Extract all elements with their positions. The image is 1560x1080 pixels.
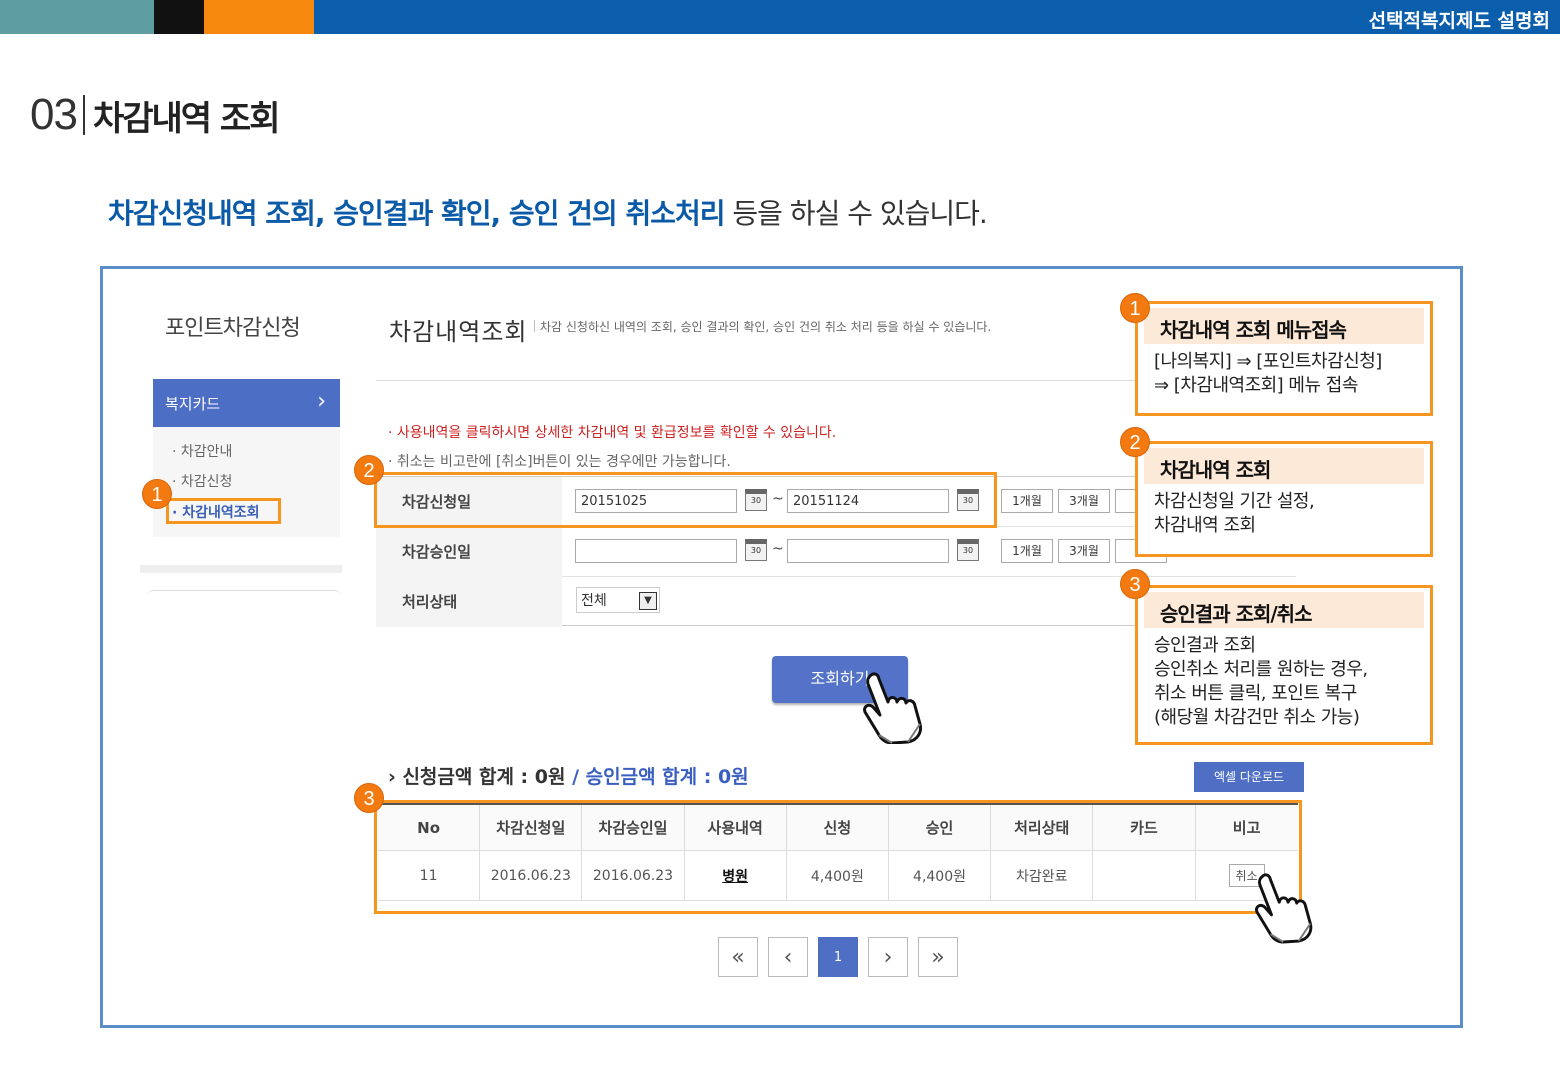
subtitle-highlight: 차감신청내역 조회, 승인결과 확인, 승인 건의 취소처리 <box>108 197 725 230</box>
pointer-hand-icon <box>863 672 922 744</box>
callout-menu-access: 차감내역 조회 메뉴접속 [나의복지] ⇒ [포인트차감신청] ⇒ [차감내역조… <box>1135 301 1433 416</box>
sidebar-head-welfare-card[interactable]: 복지카드 › <box>153 379 340 427</box>
callout-history-search: 차감내역 조회 차감신청일 기간 설정, 차감내역 조회 <box>1135 441 1433 557</box>
period-1month-button[interactable]: 1개월 <box>1001 539 1053 563</box>
callout-body: [나의복지] ⇒ [포인트차감신청] ⇒ [차감내역조회] 메뉴 접속 <box>1138 344 1430 404</box>
dropdown-arrow-icon: ▼ <box>639 592 657 610</box>
period-3month-button[interactable]: 3개월 <box>1058 539 1110 563</box>
period-3month-button[interactable]: 3개월 <box>1058 489 1110 513</box>
top-bar: 선택적복지제도 설명회 <box>0 0 1560 34</box>
doc-title: 선택적복지제도 설명회 <box>1368 10 1550 32</box>
bar-segment-black <box>154 0 204 34</box>
sidebar-title: 포인트차감신청 <box>165 316 301 341</box>
page-description: 차감 신청하신 내역의 조회, 승인 결과의 확인, 승인 건의 취소 처리 등… <box>533 320 992 334</box>
section-number: 03 <box>30 90 78 139</box>
callout-line: 취소 버튼 클릭, 포인트 복구 <box>1154 683 1357 704</box>
sidebar-separator <box>140 565 342 573</box>
sidebar-item-deduction-apply[interactable]: · 차감신청 <box>172 471 232 491</box>
current-page-button[interactable]: 1 <box>818 937 858 977</box>
step-badge-2: 2 <box>354 455 384 485</box>
calendar-icon[interactable]: 30 <box>957 539 979 561</box>
form-label: 처리상태 <box>376 577 562 627</box>
subtitle: 차감신청내역 조회, 승인결과 확인, 승인 건의 취소처리 등을 하실 수 있… <box>108 192 988 232</box>
next-page-button[interactable]: › <box>868 937 908 977</box>
callout-line: 승인결과 조회 <box>1154 635 1256 656</box>
section-heading: 03 차감내역 조회 <box>30 90 281 140</box>
callout-badge-2: 2 <box>1120 427 1150 457</box>
callout-approve-cancel: 승인결과 조회/취소 승인결과 조회 승인취소 처리를 원하는 경우, 취소 버… <box>1135 585 1433 745</box>
bar-segment-teal <box>0 0 154 34</box>
callout-title: 승인결과 조회/취소 <box>1144 592 1424 628</box>
callout-line: 승인취소 처리를 원하는 경우, <box>1154 659 1368 680</box>
callout-line: ⇒ [차감내역조회] 메뉴 접속 <box>1154 375 1358 396</box>
approve-amount-total: / 승인금액 합계 : 0원 <box>565 766 749 788</box>
callout-line: [나의복지] ⇒ [포인트차감신청] <box>1154 351 1382 372</box>
page-title: 차감내역조회 <box>389 318 528 346</box>
apply-amount-total: › 신청금액 합계 : 0원 <box>388 766 566 788</box>
callout-line: (해당월 차감건만 취소 가능) <box>1154 707 1360 728</box>
sidebar-item-deduction-guide[interactable]: · 차감안내 <box>172 441 232 461</box>
status-select[interactable]: 전체 ▼ <box>576 587 660 613</box>
section-divider <box>82 95 85 135</box>
notice-cancel-rule: · 취소는 비고란에 [취소]버튼이 있는 경우에만 가능합니다. <box>388 454 731 470</box>
approve-date-from-input[interactable] <box>575 539 737 563</box>
callout-line: 차감신청일 기간 설정, <box>1154 491 1315 512</box>
sidebar-separator <box>146 590 342 598</box>
callout-line: 차감내역 조회 <box>1154 515 1256 536</box>
approve-date-to-input[interactable] <box>787 539 949 563</box>
amount-summary: › 신청금액 합계 : 0원 / 승인금액 합계 : 0원 <box>388 762 749 789</box>
section-title: 차감내역 조회 <box>92 98 281 139</box>
status-select-value: 전체 <box>581 593 607 609</box>
chevron-right-icon: › <box>317 389 326 414</box>
first-page-button[interactable]: « <box>718 937 758 977</box>
excel-download-button[interactable]: 엑셀 다운로드 <box>1194 762 1304 792</box>
subtitle-rest: 등을 하실 수 있습니다. <box>724 197 987 230</box>
callout-title: 차감내역 조회 메뉴접속 <box>1144 308 1424 344</box>
period-1month-button[interactable]: 1개월 <box>1001 489 1053 513</box>
callout-body: 승인결과 조회 승인취소 처리를 원하는 경우, 취소 버튼 클릭, 포인트 복… <box>1138 628 1430 736</box>
callout-badge-3: 3 <box>1120 569 1150 599</box>
callout-title: 차감내역 조회 <box>1144 448 1424 484</box>
range-separator: ~ <box>772 541 784 557</box>
form-label: 차감승인일 <box>376 527 562 577</box>
notice-usage-click: · 사용내역을 클릭하시면 상세한 차감내역 및 환급정보를 확인할 수 있습니… <box>388 425 837 441</box>
pointer-hand-icon <box>1255 873 1313 944</box>
calendar-icon[interactable]: 30 <box>745 539 767 561</box>
highlight-box-table <box>374 800 1302 914</box>
highlight-box-date <box>374 472 997 528</box>
bar-segment-orange <box>204 0 314 34</box>
callout-body: 차감신청일 기간 설정, 차감내역 조회 <box>1138 484 1430 544</box>
step-badge-1: 1 <box>142 479 172 509</box>
callout-badge-1: 1 <box>1120 293 1150 323</box>
last-page-button[interactable]: » <box>918 937 958 977</box>
prev-page-button[interactable]: ‹ <box>768 937 808 977</box>
highlight-box-menu <box>166 498 281 524</box>
pagination: « ‹ 1 › » <box>718 937 968 977</box>
step-badge-3: 3 <box>354 783 384 813</box>
sidebar-head-label: 복지카드 <box>165 395 221 413</box>
